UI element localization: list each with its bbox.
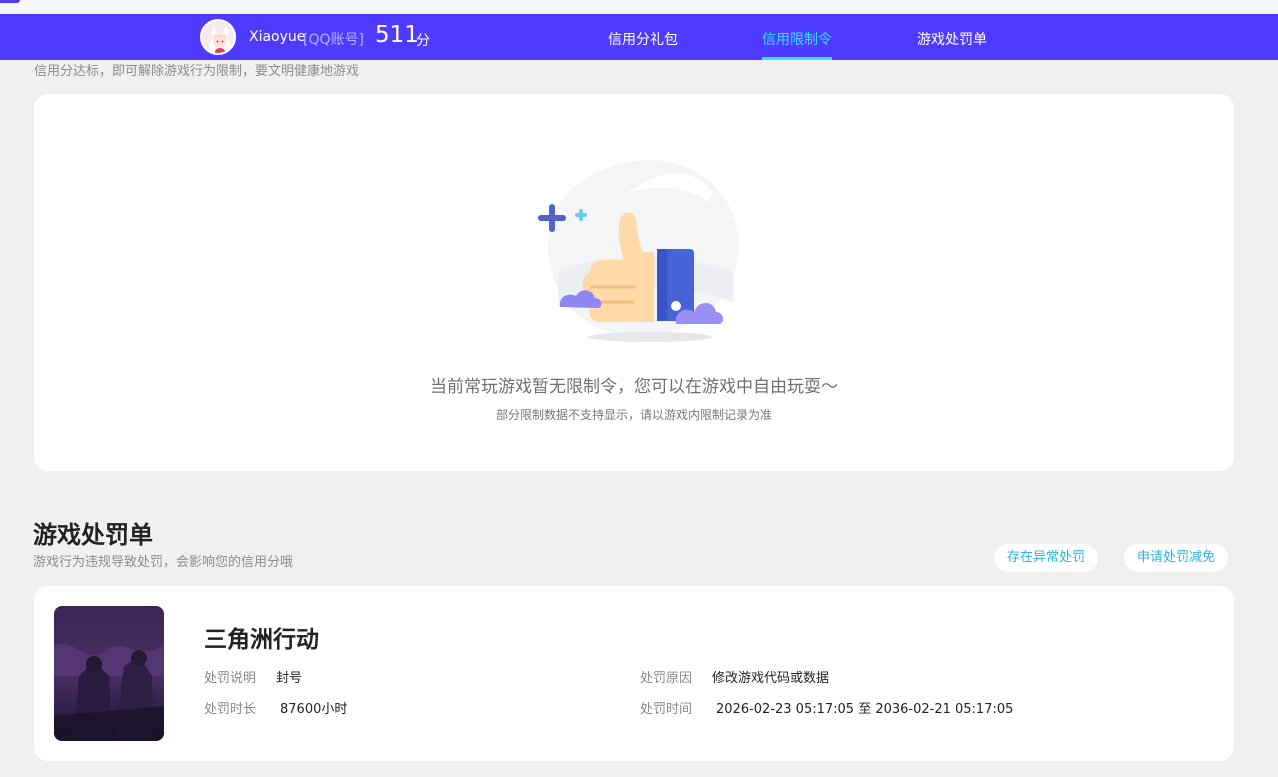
abnormal-penalty-button[interactable]: 存在异常处罚 — [994, 544, 1099, 572]
game-cover-image — [54, 606, 164, 741]
top-strip — [0, 0, 1278, 14]
top-navbar: Xiaoyue [QQ账号] 511 分 信用分礼包 信用限制令 游戏处罚单 — [0, 14, 1278, 60]
penalty-duration-value: 87600小时 — [280, 702, 348, 717]
penalty-duration-label: 处罚时长 — [204, 702, 257, 717]
penalty-time-label: 处罚时间 — [640, 702, 693, 717]
penalty-section-subtitle: 游戏行为违规导致处罚，会影响您的信用分哦 — [33, 555, 294, 570]
credit-score-unit: 分 — [416, 33, 430, 49]
penalty-section-title: 游戏处罚单 — [33, 521, 153, 549]
tab-game-penalty[interactable]: 游戏处罚单 — [917, 29, 987, 49]
credit-score: 511 — [375, 22, 419, 48]
empty-state-note: 部分限制数据不支持显示，请以游戏内限制记录为准 — [495, 408, 772, 422]
penalty-desc-value: 封号 — [276, 671, 303, 686]
empty-state-title: 当前常玩游戏暂无限制令，您可以在游戏中自由玩耍～ — [430, 377, 838, 397]
penalty-reason-label: 处罚原因 — [640, 671, 693, 686]
top-tick — [0, 0, 20, 3]
account-type: [QQ账号] — [303, 32, 364, 48]
tab-credit-restriction[interactable]: 信用限制令 — [762, 29, 832, 49]
thumbs-up-illustration — [538, 160, 739, 342]
avatar[interactable] — [200, 19, 236, 55]
tab-credit-gift[interactable]: 信用分礼包 — [608, 29, 678, 49]
game-name: 三角洲行动 — [204, 627, 319, 653]
penalty-reduction-button[interactable]: 申请处罚减免 — [1124, 544, 1229, 572]
active-tab-underline — [762, 57, 832, 60]
penalty-time-value: 2026-02-23 05:17:05 至 2036-02-21 05:17:0… — [716, 702, 1014, 717]
penalty-desc-label: 处罚说明 — [204, 671, 257, 686]
restriction-subtitle: 信用分达标，即可解除游戏行为限制，要文明健康地游戏 — [34, 64, 360, 79]
username: Xiaoyue — [249, 29, 306, 45]
penalty-reason-value: 修改游戏代码或数据 — [712, 671, 830, 686]
